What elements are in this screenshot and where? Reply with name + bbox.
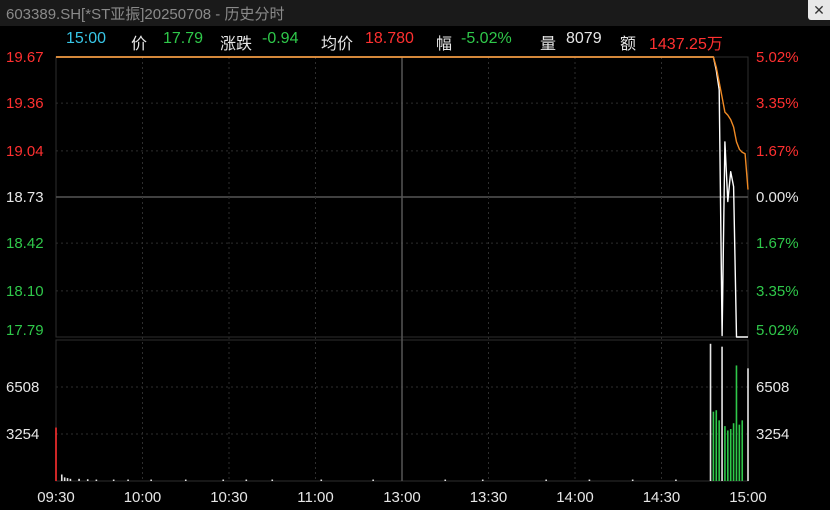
price-tick-label: 19.04 (6, 143, 44, 160)
volume-bar (741, 420, 744, 481)
time-tick-label: 10:30 (210, 489, 248, 506)
time-tick-label: 15:00 (729, 489, 767, 506)
volume-tick-label: 3254 (6, 426, 39, 443)
volume-bar (184, 479, 187, 481)
price-tick-label: 19.36 (6, 95, 44, 112)
volume-tick-label: 6508 (6, 379, 39, 396)
volume-tick-label-right: 6508 (756, 379, 789, 396)
time-tick-label: 13:00 (383, 489, 421, 506)
time-tick-label: 09:30 (37, 489, 75, 506)
volume-bar (78, 478, 80, 481)
volume-bar (735, 365, 738, 481)
volume-bar (724, 426, 726, 481)
volume-bar (481, 479, 484, 481)
volume-bar (631, 479, 634, 481)
volume-bar (66, 478, 69, 481)
volume-bar (729, 429, 732, 481)
volume-bar (127, 479, 129, 481)
volume-bar (738, 424, 741, 481)
volume-bar (69, 478, 72, 481)
volume-bar (245, 479, 248, 481)
time-tick-label: 13:30 (470, 489, 508, 506)
volume-bar (718, 420, 720, 481)
time-tick-label: 14:30 (643, 489, 681, 506)
time-tick-label: 10:00 (124, 489, 162, 506)
pct-tick-label: 0.00% (756, 189, 799, 206)
price-tick-label: 18.73 (6, 189, 44, 206)
pct-tick-label: 1.67% (756, 143, 799, 160)
volume-bar (747, 368, 749, 481)
volume-bar (721, 346, 723, 481)
volume-bar (86, 479, 89, 481)
volume-bar (95, 479, 98, 481)
time-tick-label: 11:00 (297, 489, 333, 506)
time-tick-label: 14:00 (556, 489, 594, 506)
volume-bar (545, 479, 547, 481)
volume-bar (150, 479, 152, 481)
volume-tick-label-right: 3254 (756, 426, 789, 443)
volume-bar (60, 474, 63, 481)
price-tick-label: 19.67 (6, 49, 44, 66)
volume-bar (63, 477, 66, 481)
pct-tick-label: 5.02% (756, 49, 799, 66)
pct-tick-label: 5.02% (756, 322, 799, 339)
volume-bar (709, 343, 712, 481)
price-tick-label: 17.79 (6, 322, 44, 339)
volume-bar (715, 410, 718, 481)
volume-bar (271, 479, 274, 481)
volume-bar (55, 427, 57, 481)
volume-bar (727, 430, 729, 481)
volume-bar (444, 479, 447, 481)
volume-bar (712, 411, 715, 481)
pct-tick-label: 3.35% (756, 283, 799, 300)
volume-bar (372, 479, 374, 481)
volume-bar (588, 479, 591, 481)
intraday-chart: 19.67 5.02% 19.36 3.35% 19.04 1.67% 18.73 0.00%… (6, 49, 799, 506)
volume-bar (675, 479, 677, 481)
pct-tick-label: 3.35% (756, 95, 799, 112)
volume-bar (320, 479, 323, 481)
pct-tick-label: 1.67% (756, 235, 799, 252)
price-tick-label: 18.10 (6, 283, 44, 300)
volume-bar (732, 423, 735, 481)
volume-bar (112, 479, 115, 481)
volume-bar (222, 479, 225, 481)
price-tick-label: 18.42 (6, 235, 44, 252)
